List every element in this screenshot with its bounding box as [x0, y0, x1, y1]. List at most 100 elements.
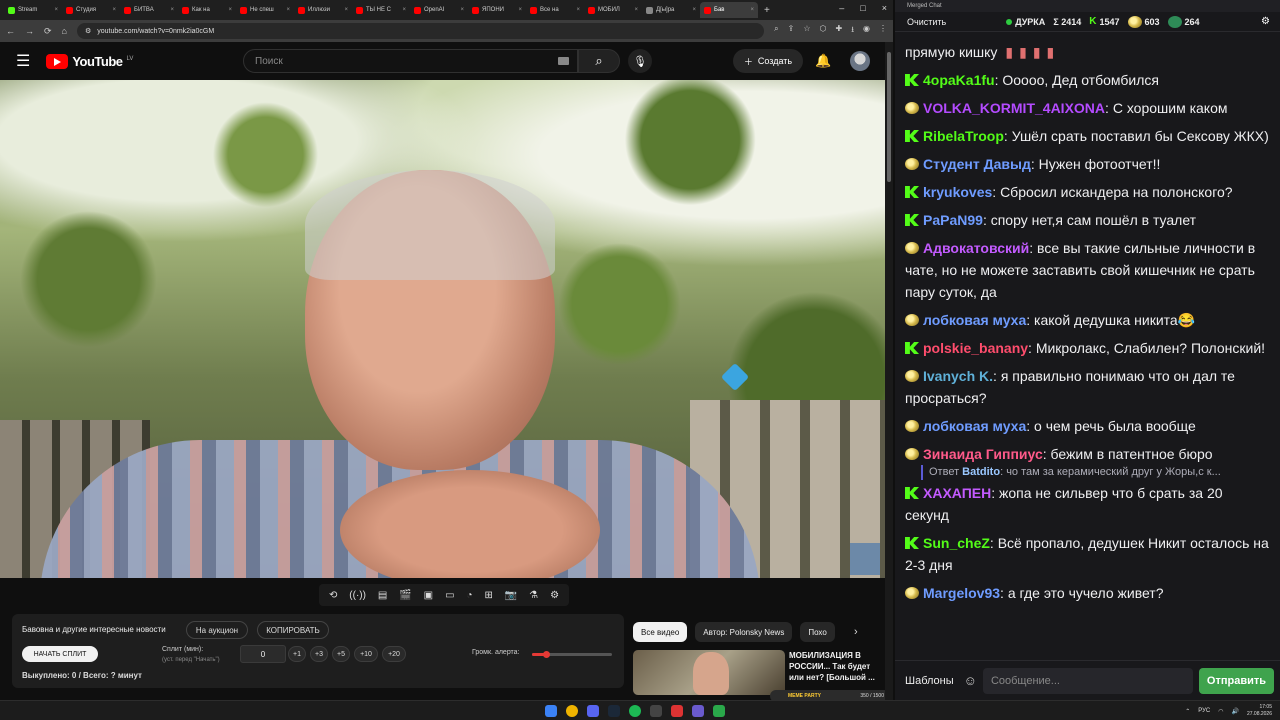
- hamburger-icon[interactable]: ☰: [16, 51, 30, 71]
- subtitles-icon[interactable]: ▭: [445, 590, 454, 601]
- split-minutes-input[interactable]: 0: [240, 645, 286, 663]
- tab-close-icon[interactable]: ×: [518, 7, 522, 13]
- related-video-title[interactable]: МОБИЛИЗАЦИЯ В РОССИИ... Так будет или не…: [789, 650, 879, 683]
- volume-icon[interactable]: 🔊: [1231, 708, 1238, 715]
- emoji-icon[interactable]: ☺: [964, 673, 977, 688]
- tab-close-icon[interactable]: ×: [112, 7, 116, 13]
- tab-close-icon[interactable]: ×: [692, 7, 696, 13]
- browser-tab[interactable]: Не спеш ×: [236, 2, 294, 18]
- chip-author[interactable]: Автор: Polonsky News: [695, 622, 793, 642]
- language[interactable]: РУС: [1198, 708, 1210, 714]
- browser-tab[interactable]: Д[ы]ра ×: [642, 2, 700, 18]
- browser-tab[interactable]: ЯПОНИ ×: [468, 2, 526, 18]
- search-button[interactable]: ⌕: [578, 49, 620, 73]
- camera-icon[interactable]: 📷: [505, 590, 517, 601]
- create-button[interactable]: ＋ Создать: [733, 49, 803, 73]
- youtube-logo[interactable]: YouTube LV: [46, 53, 133, 69]
- zoom-icon[interactable]: ⌕: [774, 24, 778, 38]
- start-icon[interactable]: [545, 705, 557, 717]
- add-icon[interactable]: ⊞: [484, 590, 492, 601]
- filter-icon[interactable]: ▤: [378, 590, 387, 601]
- forward-icon[interactable]: →: [25, 26, 34, 36]
- browser-tab[interactable]: БИТВА ×: [120, 2, 178, 18]
- tab-close-icon[interactable]: ×: [54, 7, 58, 13]
- reply-username[interactable]: Batdito: [962, 466, 1000, 478]
- tab-close-icon[interactable]: ×: [228, 7, 232, 13]
- clapper-icon[interactable]: 🎬: [399, 590, 411, 601]
- new-tab-icon[interactable]: +: [764, 5, 770, 16]
- url-field[interactable]: ⚙ youtube.com/watch?v=0nmk2ia0cGM: [76, 23, 765, 39]
- audio-icon[interactable]: ((·)): [349, 590, 366, 601]
- chat-messages[interactable]: прямую кишку ▮▮▮▮ 4opaKa1fu: Ооооо, Дед от…: [895, 37, 1280, 660]
- copy-button[interactable]: КОПИРОВАТЬ: [257, 621, 329, 639]
- pip-icon[interactable]: ▣: [424, 590, 433, 601]
- chat-username[interactable]: Sun_cheZ: [923, 535, 990, 551]
- search-input[interactable]: Поиск: [243, 49, 578, 73]
- tab-close-icon[interactable]: ×: [344, 7, 348, 13]
- settings-icon[interactable]: ⚙: [550, 590, 559, 601]
- chat-username[interactable]: PaPaN99: [923, 212, 983, 228]
- page-scrollbar[interactable]: [885, 42, 893, 700]
- profile-icon[interactable]: ◉: [863, 24, 870, 38]
- spotify-icon[interactable]: [629, 705, 641, 717]
- keyboard-icon[interactable]: [558, 57, 569, 65]
- templates-button[interactable]: Шаблоны: [901, 675, 958, 687]
- star-icon[interactable]: ☆: [803, 24, 810, 38]
- menu-icon[interactable]: ⋮: [879, 24, 887, 38]
- chip-all-videos[interactable]: Все видео: [633, 622, 688, 642]
- puzzle-icon[interactable]: ✚: [836, 24, 843, 38]
- extension-icon[interactable]: ⬡: [820, 24, 827, 38]
- increment-button[interactable]: +5: [332, 646, 350, 662]
- auction-button[interactable]: На аукцион: [186, 621, 248, 639]
- obs-icon[interactable]: [671, 705, 683, 717]
- avatar[interactable]: [850, 51, 870, 71]
- chat-username[interactable]: лобковая муха: [923, 418, 1026, 434]
- app-icon[interactable]: [650, 705, 662, 717]
- chat-username[interactable]: kryukoves: [923, 184, 992, 200]
- browser-tab[interactable]: Бав ×: [700, 2, 758, 18]
- wifi-icon[interactable]: ◠: [1218, 708, 1223, 715]
- chat-username[interactable]: Студент Давыд: [923, 156, 1031, 172]
- browser-tab[interactable]: ТЫ НЕ С ×: [352, 2, 410, 18]
- chat-username[interactable]: Margelov93: [923, 585, 1000, 601]
- flask-icon[interactable]: ⚗: [529, 590, 538, 601]
- tab-close-icon[interactable]: ×: [402, 7, 406, 13]
- chat-username[interactable]: Ivanych K.: [923, 368, 993, 384]
- tab-close-icon[interactable]: ×: [634, 7, 638, 13]
- speed-icon[interactable]: ◔: [466, 590, 472, 601]
- increment-button[interactable]: +20: [382, 646, 406, 662]
- steam-icon[interactable]: [608, 705, 620, 717]
- start-split-button[interactable]: НАЧАТЬ СПЛИТ: [22, 646, 98, 662]
- back-icon[interactable]: ←: [6, 26, 15, 36]
- chat-username[interactable]: VOLKA_KORMIT_4AIXONA: [923, 100, 1105, 116]
- tab-close-icon[interactable]: ×: [576, 7, 580, 13]
- chat-username[interactable]: Зинаида Гиппиус: [923, 446, 1043, 462]
- chat-username[interactable]: ХАХАПЕН: [923, 485, 991, 501]
- volume-knob[interactable]: [542, 651, 550, 658]
- loop-icon[interactable]: ⟲: [329, 590, 337, 601]
- increment-button[interactable]: +10: [354, 646, 378, 662]
- tab-close-icon[interactable]: ×: [286, 7, 290, 13]
- chat-username[interactable]: Адвокатовский: [923, 240, 1029, 256]
- site-info-icon[interactable]: ⚙: [85, 27, 91, 35]
- reload-icon[interactable]: ⟳: [44, 26, 52, 37]
- chat-username[interactable]: polskie_banany: [923, 340, 1028, 356]
- minimize-icon[interactable]: –: [839, 3, 844, 13]
- home-icon[interactable]: ⌂: [62, 26, 67, 36]
- app-icon[interactable]: [692, 705, 704, 717]
- clear-button[interactable]: Очистить: [903, 17, 950, 27]
- browser-tab[interactable]: Иллюзи ×: [294, 2, 352, 18]
- bell-icon[interactable]: 🔔: [815, 53, 831, 69]
- tray-arrow-icon[interactable]: ⌃: [1185, 708, 1190, 715]
- chat-message-input[interactable]: Сообщение...: [982, 667, 1193, 694]
- discord-icon[interactable]: [587, 705, 599, 717]
- chat-settings-icon[interactable]: ⚙: [1261, 16, 1270, 27]
- send-button[interactable]: Отправить: [1198, 667, 1274, 694]
- share-icon[interactable]: ⇪: [788, 24, 795, 38]
- clock[interactable]: 17:05 27.08.2026: [1247, 704, 1272, 718]
- tab-close-icon[interactable]: ×: [750, 7, 754, 13]
- tab-close-icon[interactable]: ×: [170, 7, 174, 13]
- close-window-icon[interactable]: ×: [882, 3, 887, 13]
- maximize-icon[interactable]: □: [860, 3, 865, 13]
- chrome-icon[interactable]: [566, 705, 578, 717]
